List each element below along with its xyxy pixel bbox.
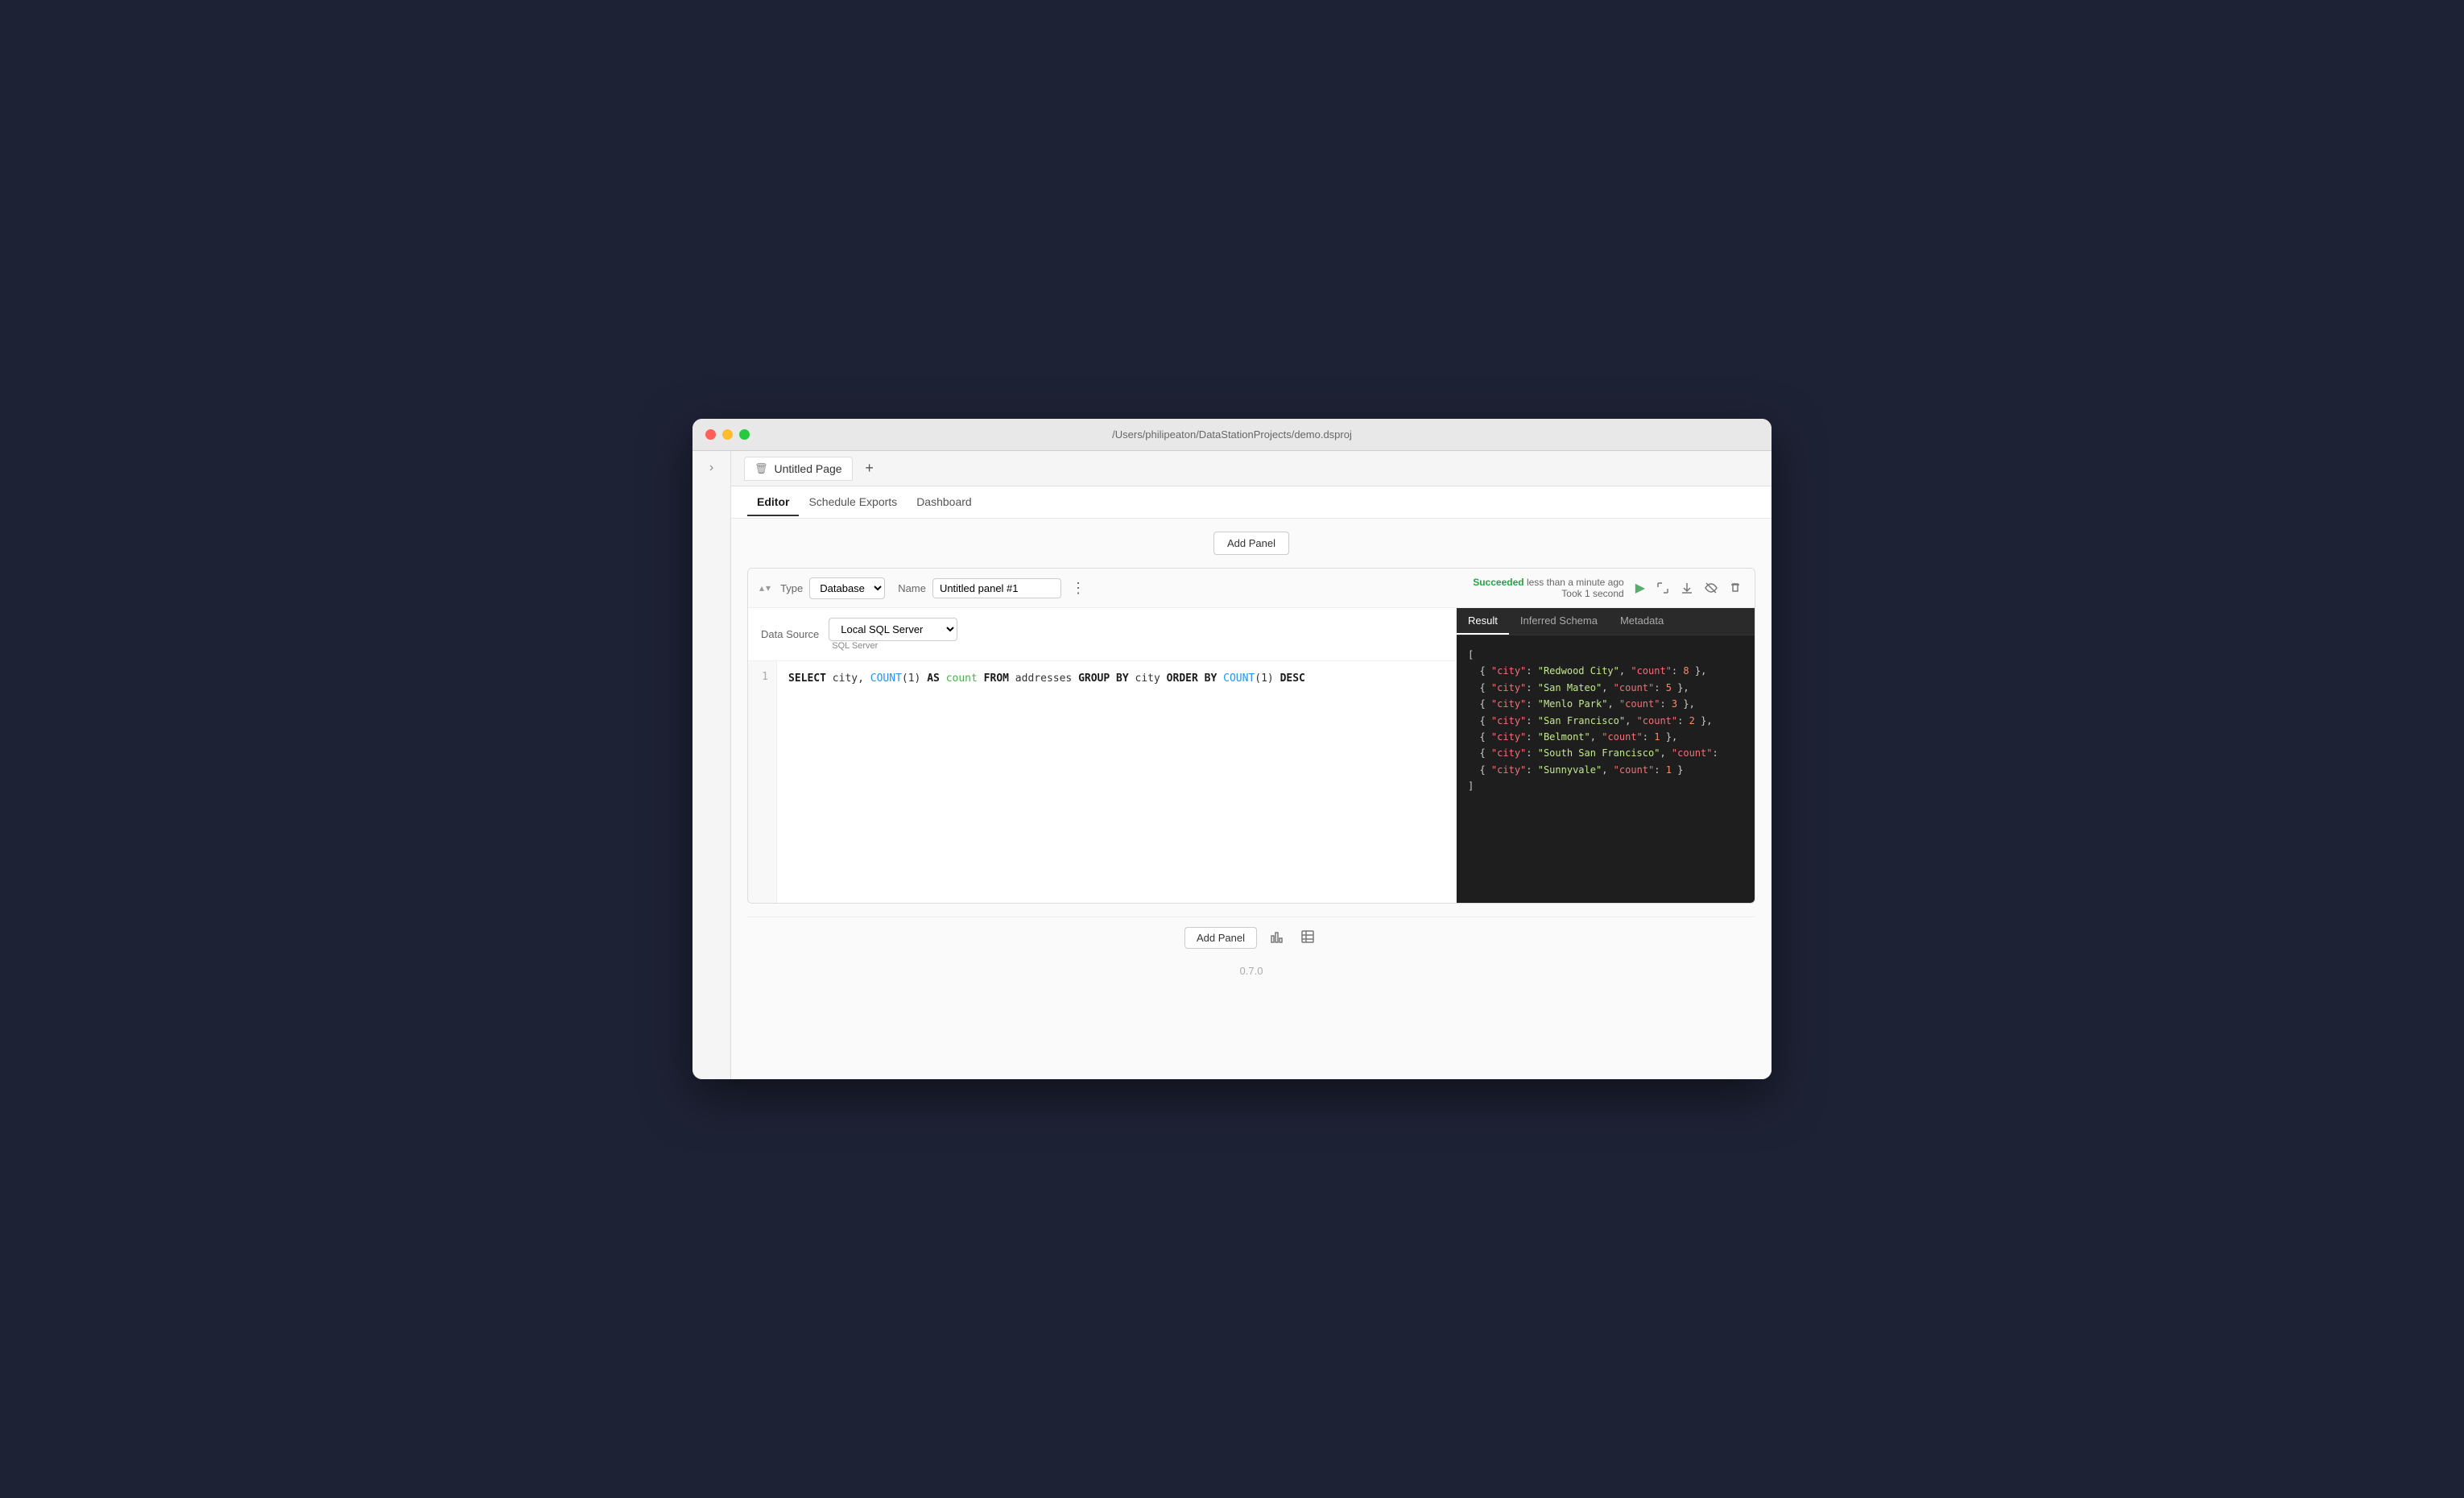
- panel-menu-button[interactable]: ⋮: [1068, 580, 1089, 597]
- result-tabs: Result Inferred Schema Metadata: [1457, 608, 1755, 635]
- panel-name-label: Name: [898, 582, 926, 594]
- bottom-toolbar: Add Panel: [747, 917, 1755, 958]
- version-text: 0.7.0: [747, 958, 1755, 983]
- panel-actions: ▶: [1634, 578, 1743, 598]
- window-title: /Users/philipeaton/DataStationProjects/d…: [1112, 428, 1352, 441]
- add-panel-top-button[interactable]: Add Panel: [1213, 532, 1289, 555]
- datasource-label: Data Source: [761, 628, 819, 640]
- maximize-button[interactable]: [739, 429, 750, 440]
- add-panel-bottom-button[interactable]: Add Panel: [1184, 927, 1257, 949]
- panel-header-right: Succeeded less than a minute ago Took 1 …: [1473, 577, 1743, 599]
- panel-type-select[interactable]: Database: [809, 577, 885, 599]
- status-succeeded-text: Succeeded: [1473, 577, 1523, 588]
- panel-type-label: Type: [780, 582, 803, 594]
- editor-area: Add Panel ▴ ▾ Type Database Name: [731, 519, 1772, 1079]
- chart-icon[interactable]: [1267, 928, 1288, 949]
- collapse-up-icon[interactable]: ▴: [759, 582, 764, 594]
- run-button[interactable]: ▶: [1634, 578, 1647, 598]
- panel-header: ▴ ▾ Type Database Name ⋮ Succeeded: [748, 569, 1755, 608]
- close-button[interactable]: [705, 429, 716, 440]
- code-content[interactable]: SELECT city, COUNT(1) AS count FROM addr…: [777, 661, 1456, 903]
- main-content: 🗑 Untitled Page + Editor Schedule Export…: [731, 451, 1772, 1079]
- datasource-row: Data Source Local SQL Server SQL Server: [748, 608, 1456, 661]
- trash-icon[interactable]: 🗑: [754, 462, 768, 475]
- panel-card: ▴ ▾ Type Database Name ⋮ Succeeded: [747, 568, 1755, 904]
- traffic-lights: [705, 429, 750, 440]
- nav-bar: Editor Schedule Exports Dashboard: [731, 486, 1772, 519]
- panel-editor-section: Data Source Local SQL Server SQL Server …: [748, 608, 1457, 903]
- result-tab-result[interactable]: Result: [1457, 608, 1509, 635]
- code-editor: 1 SELECT city, COUNT(1) AS count FROM ad…: [748, 661, 1456, 903]
- delete-panel-button[interactable]: [1727, 580, 1743, 596]
- hide-button[interactable]: [1703, 580, 1719, 596]
- nav-dashboard[interactable]: Dashboard: [907, 489, 982, 516]
- titlebar: /Users/philipeaton/DataStationProjects/d…: [692, 419, 1772, 451]
- tabs-bar: 🗑 Untitled Page +: [731, 451, 1772, 486]
- add-tab-button[interactable]: +: [859, 458, 880, 479]
- page-tab-label: Untitled Page: [775, 462, 842, 475]
- expand-button[interactable]: [1655, 580, 1671, 596]
- app-window: /Users/philipeaton/DataStationProjects/d…: [692, 419, 1772, 1079]
- panel-name-input[interactable]: [932, 578, 1061, 598]
- panel-body: Data Source Local SQL Server SQL Server …: [748, 608, 1755, 903]
- result-tab-metadata[interactable]: Metadata: [1609, 608, 1675, 635]
- line-numbers: 1: [748, 661, 777, 903]
- minimize-button[interactable]: [722, 429, 733, 440]
- panel-status: Succeeded less than a minute ago Took 1 …: [1473, 577, 1623, 599]
- datasource-select[interactable]: Local SQL Server: [829, 618, 957, 641]
- table-icon[interactable]: [1297, 928, 1318, 949]
- download-button[interactable]: [1679, 580, 1695, 596]
- nav-schedule-exports[interactable]: Schedule Exports: [799, 489, 907, 516]
- sidebar-collapse-icon[interactable]: ›: [709, 461, 713, 475]
- panel-collapse-buttons[interactable]: ▴ ▾: [759, 582, 771, 594]
- collapse-down-icon[interactable]: ▾: [766, 582, 771, 594]
- datasource-subtitle: SQL Server: [832, 641, 957, 651]
- status-took-text: Took 1 second: [1561, 588, 1623, 599]
- datasource-select-wrapper: Local SQL Server SQL Server: [829, 618, 957, 651]
- result-tab-schema[interactable]: Inferred Schema: [1509, 608, 1609, 635]
- result-content: [ { "city": "Redwood City", "count": 8 }…: [1457, 635, 1755, 806]
- nav-editor[interactable]: Editor: [747, 489, 799, 516]
- sidebar: ›: [692, 451, 731, 1079]
- app-body: › 🗑 Untitled Page + Editor Schedule Expo…: [692, 451, 1772, 1079]
- page-tab[interactable]: 🗑 Untitled Page: [744, 457, 853, 481]
- status-time-text: less than a minute ago: [1527, 577, 1624, 588]
- panel-result-section: Result Inferred Schema Metadata [ { "cit…: [1457, 608, 1755, 903]
